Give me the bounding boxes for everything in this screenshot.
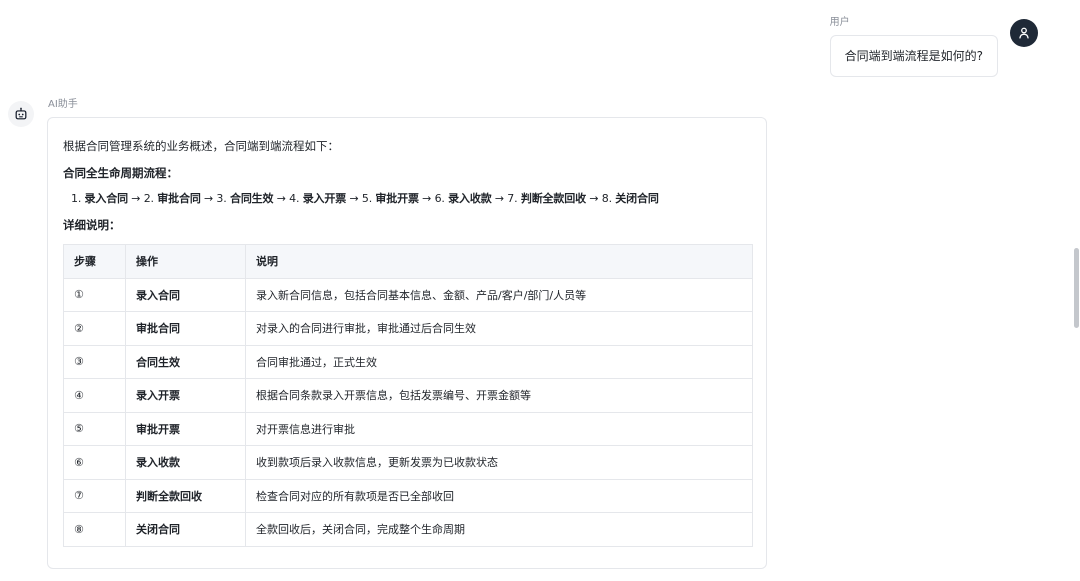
table-cell-operation: 录入合同 xyxy=(125,277,246,312)
flow-step-separator: → 7. xyxy=(491,192,521,205)
flow-step-label: 录入开票 xyxy=(302,192,347,205)
table-cell-description: 对录入的合同进行审批，审批通过后合同生效 xyxy=(245,311,753,346)
flow-step-label: 审批合同 xyxy=(157,192,201,205)
assistant-message-bubble: 根据合同管理系统的业务概述，合同端到端流程如下： 合同全生命周期流程： 1. 录… xyxy=(47,117,767,569)
flow-step-separator: → 3. xyxy=(200,192,230,205)
table-cell-step: ⑦ xyxy=(63,478,126,513)
user-name: 用户 xyxy=(829,17,850,28)
assistant-avatar xyxy=(8,101,34,127)
table-cell-operation: 录入开票 xyxy=(125,378,246,413)
page-scrollbar-thumb[interactable] xyxy=(1074,248,1079,328)
table-header-operation: 操作 xyxy=(125,244,246,279)
table-cell-operation: 关闭合同 xyxy=(125,512,246,547)
user-message-bubble: 合同端到端流程是如何的? xyxy=(829,35,998,77)
table-header-step: 步骤 xyxy=(63,244,126,279)
table-cell-operation: 合同生效 xyxy=(125,344,246,379)
table-cell-description: 检查合同对应的所有款项是否已全部收回 xyxy=(245,478,753,513)
chat-page: 用户 合同端到端流程是如何的? AI助手 根据合同管理系统的业务概述，合同端到端… xyxy=(0,0,1080,581)
flow-step-label: 合同生效 xyxy=(229,192,274,205)
table-row: ③ 合同生效 合同审批通过，正式生效 xyxy=(63,344,753,379)
steps-table: 步骤 操作 说明 ① 录入合同 录入新合同信息，包括合同基本信息、金额、产品/客… xyxy=(63,244,753,547)
table-cell-step: ② xyxy=(63,311,126,346)
table-cell-operation: 审批合同 xyxy=(125,311,246,346)
table-cell-step: ① xyxy=(63,277,126,312)
table-cell-step: ⑥ xyxy=(63,445,126,480)
flow-step-separator: → 4. xyxy=(273,192,303,205)
robot-icon xyxy=(15,107,27,120)
table-cell-description: 录入新合同信息，包括合同基本信息、金额、产品/客户/部门/人员等 xyxy=(245,277,753,312)
table-cell-operation: 判断全款回收 xyxy=(125,478,246,513)
flow-step-label: 判断全款回收 xyxy=(520,192,586,205)
table-cell-step: ④ xyxy=(63,378,126,413)
flow-step-label: 录入合同 xyxy=(84,192,129,205)
table-cell-step: ⑧ xyxy=(63,512,126,547)
table-cell-description: 对开票信息进行审批 xyxy=(245,411,753,446)
flow-prefix: 1. xyxy=(71,192,85,205)
lifecycle-flow: 1. 录入合同 → 2. 审批合同 → 3. 合同生效 → 4. 录入开票 → … xyxy=(71,191,752,207)
table-cell-description: 根据合同条款录入开票信息，包括发票编号、开票金额等 xyxy=(245,378,753,413)
table-row: ⑧ 关闭合同 全款回收后，关闭合同，完成整个生命周期 xyxy=(63,512,753,547)
assistant-intro: 根据合同管理系统的业务概述，合同端到端流程如下： xyxy=(63,139,339,153)
user-icon xyxy=(1019,27,1029,39)
table-header-row: 步骤 操作 说明 xyxy=(63,244,753,279)
table-cell-description: 全款回收后，关闭合同，完成整个生命周期 xyxy=(245,512,753,547)
flow-step-separator: → 2. xyxy=(127,192,158,205)
table-cell-operation: 录入收款 xyxy=(125,445,246,480)
table-row: ⑦ 判断全款回收 检查合同对应的所有款项是否已全部收回 xyxy=(63,478,753,513)
user-avatar xyxy=(1010,19,1038,47)
flow-step-separator: → 8. xyxy=(585,192,616,205)
table-header-description: 说明 xyxy=(245,244,753,279)
flow-step-label: 关闭合同 xyxy=(615,192,659,205)
table-cell-description: 合同审批通过，正式生效 xyxy=(245,344,753,379)
table-row: ⑤ 审批开票 对开票信息进行审批 xyxy=(63,411,753,446)
user-message: 用户 合同端到端流程是如何的? xyxy=(829,16,1038,77)
table-row: ④ 录入开票 根据合同条款录入开票信息，包括发票编号、开票金额等 xyxy=(63,378,753,413)
lifecycle-heading: 合同全生命周期流程： xyxy=(63,166,178,180)
detail-heading: 详细说明： xyxy=(63,218,121,232)
table-cell-description: 收到款项后录入收款信息，更新发票为已收款状态 xyxy=(245,445,753,480)
table-cell-operation: 审批开票 xyxy=(125,411,246,446)
assistant-name: AI助手 xyxy=(48,99,78,110)
table-row: ② 审批合同 对录入的合同进行审批，审批通过后合同生效 xyxy=(63,311,753,346)
flow-step-separator: → 5. xyxy=(346,192,376,205)
table-cell-step: ③ xyxy=(63,344,126,379)
flow-step-label: 审批开票 xyxy=(375,192,419,205)
table-row: ① 录入合同 录入新合同信息，包括合同基本信息、金额、产品/客户/部门/人员等 xyxy=(63,277,753,312)
table-row: ⑥ 录入收款 收到款项后录入收款信息，更新发票为已收款状态 xyxy=(63,445,753,480)
flow-step-label: 录入收款 xyxy=(448,192,492,205)
table-cell-step: ⑤ xyxy=(63,411,126,446)
user-message-column: 用户 合同端到端流程是如何的? xyxy=(829,16,998,77)
flow-step-separator: → 6. xyxy=(418,192,449,205)
